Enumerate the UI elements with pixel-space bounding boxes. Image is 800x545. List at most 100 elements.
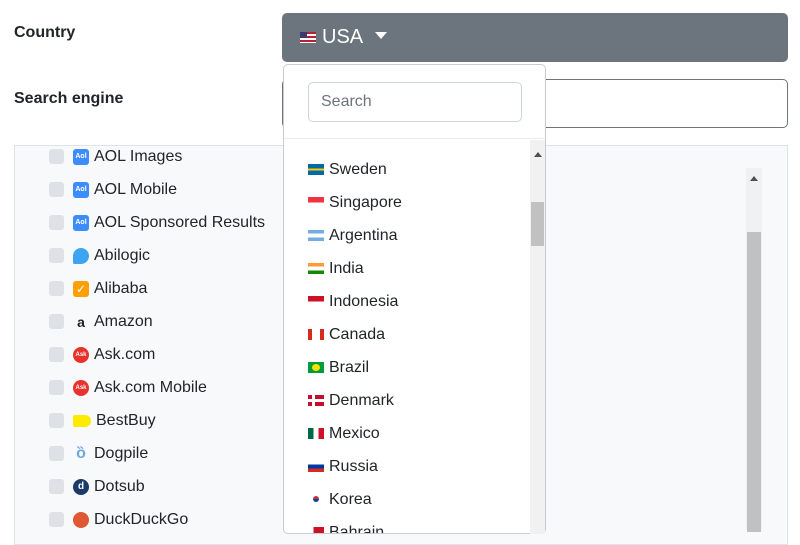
country-option-label: Korea	[329, 490, 372, 508]
aol-icon: Aol	[73, 181, 89, 198]
duckduckgo-icon	[73, 511, 89, 528]
search-engine-label: Search engine	[14, 90, 124, 107]
aol-icon: Aol	[73, 214, 89, 231]
engine-item[interactable]: ȍ Dogpile	[49, 437, 265, 470]
engine-item[interactable]: d Dotsub	[49, 470, 265, 503]
engine-checkbox[interactable]	[49, 215, 64, 230]
engine-label: AOL Images	[94, 147, 183, 165]
engine-item[interactable]: Aol AOL Mobile	[49, 173, 265, 206]
search-engine-list: Aol AOL Images Aol AOL Mobile Aol AOL Sponsor…	[49, 146, 265, 536]
country-option-label: Singapore	[329, 193, 402, 211]
caret-down-icon	[375, 32, 388, 39]
scroll-up-arrow-icon[interactable]	[750, 176, 758, 181]
country-option-bh[interactable]: Bahrain	[308, 516, 402, 534]
country-option-label: Mexico	[329, 424, 380, 442]
engine-label: DuckDuckGo	[94, 510, 189, 528]
country-option-dk[interactable]: Denmark	[308, 384, 402, 417]
engine-list-scrollbar[interactable]	[746, 168, 762, 532]
mx-flag-icon	[308, 428, 324, 439]
alibaba-icon: ✓	[73, 280, 89, 297]
ar-flag-icon	[308, 230, 324, 241]
engine-label: Dotsub	[94, 477, 145, 495]
ru-flag-icon	[308, 461, 324, 472]
country-option-list: Sweden Singapore Argentina India Indonesia Ca…	[308, 153, 402, 534]
engine-checkbox[interactable]	[49, 149, 64, 164]
country-option-br[interactable]: Brazil	[308, 351, 402, 384]
engine-label: Dogpile	[94, 444, 149, 462]
country-option-sg[interactable]: Singapore	[308, 186, 402, 219]
engine-label: Amazon	[94, 312, 153, 330]
country-option-kr[interactable]: Korea	[308, 483, 402, 516]
engine-item[interactable]: DuckDuckGo	[49, 503, 265, 536]
country-option-id[interactable]: Indonesia	[308, 285, 402, 318]
engine-checkbox[interactable]	[49, 314, 64, 329]
engine-item[interactable]: ✓ Alibaba	[49, 272, 265, 305]
country-dropdown-menu: Sweden Singapore Argentina India Indonesia Ca…	[283, 64, 546, 534]
aol-icon: Aol	[73, 148, 89, 165]
engine-checkbox[interactable]	[49, 479, 64, 494]
engine-checkbox[interactable]	[49, 380, 64, 395]
engine-label: Ask.com Mobile	[94, 378, 207, 396]
bestbuy-icon	[73, 414, 91, 427]
abilogic-icon	[73, 247, 89, 264]
engine-item[interactable]: Aol AOL Images	[49, 146, 265, 173]
scrollbar-thumb[interactable]	[531, 202, 544, 246]
engine-item[interactable]: Ask Ask.com	[49, 338, 265, 371]
engine-item[interactable]: Abilogic	[49, 239, 265, 272]
engine-label: Alibaba	[94, 279, 148, 297]
country-option-label: Sweden	[329, 160, 387, 178]
engine-checkbox[interactable]	[49, 512, 64, 527]
country-option-label: Argentina	[329, 226, 398, 244]
se-flag-icon	[308, 164, 324, 175]
country-option-label: Russia	[329, 457, 378, 475]
dropdown-scrollbar[interactable]	[530, 140, 545, 534]
engine-label: Abilogic	[94, 246, 151, 264]
country-option-label: India	[329, 259, 364, 277]
ask-icon: Ask	[73, 346, 89, 363]
dropdown-divider	[284, 138, 545, 139]
country-search-input[interactable]	[308, 82, 522, 122]
br-flag-icon	[308, 362, 324, 373]
country-selected-value: USA	[322, 26, 364, 48]
country-option-ru[interactable]: Russia	[308, 450, 402, 483]
engine-checkbox[interactable]	[49, 347, 64, 362]
country-option-label: Denmark	[329, 391, 394, 409]
ca-flag-icon	[308, 329, 324, 340]
engine-checkbox[interactable]	[49, 281, 64, 296]
country-option-mx[interactable]: Mexico	[308, 417, 402, 450]
country-option-se[interactable]: Sweden	[308, 153, 402, 186]
country-option-ar[interactable]: Argentina	[308, 219, 402, 252]
kr-flag-icon	[308, 494, 324, 505]
engine-label: AOL Sponsored Results	[94, 213, 266, 231]
country-option-label: Brazil	[329, 358, 370, 376]
in-flag-icon	[308, 263, 324, 274]
id-flag-icon	[308, 296, 324, 307]
us-flag-icon	[300, 32, 316, 43]
engine-checkbox[interactable]	[49, 413, 64, 428]
engine-checkbox[interactable]	[49, 182, 64, 197]
dotsub-icon: d	[73, 478, 89, 495]
scroll-up-arrow-icon[interactable]	[534, 152, 542, 157]
dk-flag-icon	[308, 395, 324, 406]
amazon-icon: a	[77, 313, 85, 330]
country-option-in[interactable]: India	[308, 252, 402, 285]
engine-label: BestBuy	[96, 411, 156, 429]
engine-label: AOL Mobile	[94, 180, 177, 198]
bh-flag-icon	[308, 527, 324, 533]
country-option-ca[interactable]: Canada	[308, 318, 402, 351]
country-select-button[interactable]: USA	[282, 13, 788, 62]
dogpile-icon: ȍ	[76, 444, 86, 462]
country-option-label: Bahrain	[329, 523, 385, 534]
sg-flag-icon	[308, 197, 324, 208]
country-option-label: Canada	[329, 325, 386, 343]
scrollbar-thumb[interactable]	[747, 232, 761, 532]
engine-checkbox[interactable]	[49, 248, 64, 263]
engine-item[interactable]: Ask Ask.com Mobile	[49, 371, 265, 404]
country-label: Country	[14, 24, 76, 41]
engine-item[interactable]: a Amazon	[49, 305, 265, 338]
engine-label: Ask.com	[94, 345, 156, 363]
engine-item[interactable]: BestBuy	[49, 404, 265, 437]
engine-item[interactable]: Aol AOL Sponsored Results	[49, 206, 265, 239]
ask-icon: Ask	[73, 379, 89, 396]
engine-checkbox[interactable]	[49, 446, 64, 461]
